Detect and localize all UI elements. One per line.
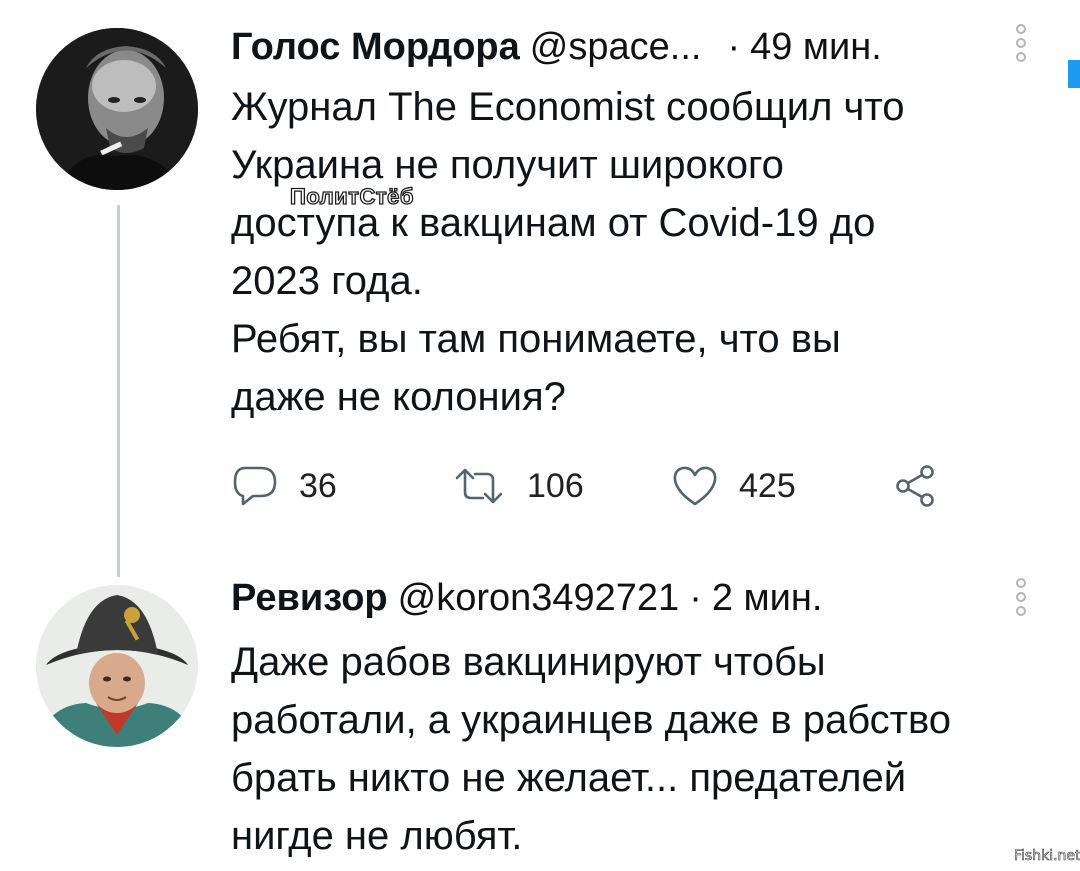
like-icon [673,466,717,506]
separator: · [689,577,702,619]
retweet-button[interactable]: 106 [451,462,671,510]
retweet-icon [455,468,503,504]
more-icon[interactable] [1016,24,1026,62]
reply-count: 36 [299,466,337,505]
avatar-photo-icon [36,585,198,747]
reply-icon [233,466,277,506]
author-name[interactable]: Ревизор [231,575,388,621]
avatar[interactable] [36,28,198,190]
timestamp[interactable]: 49 мин. [750,24,882,70]
tweet-header: Голос Мордора @space... · 49 мин. [231,24,1051,70]
tweet-actions: 36 106 425 [231,462,939,510]
author-name[interactable]: Голос Мордора [231,24,520,70]
share-icon [896,465,934,507]
separator: · [727,26,741,68]
site-watermark: Fishki.net [1014,848,1080,865]
timestamp[interactable]: 2 мин. [712,575,823,621]
avatar-photo-icon [36,28,198,190]
thread-connector [117,205,120,577]
tweet-thread: Голос Мордора @space... · 49 мин. Журнал… [0,0,1080,871]
watermark: ПолитСтёб [289,183,414,209]
retweet-count: 106 [527,466,584,505]
like-count: 425 [739,466,796,505]
tweet-text: Даже рабов вакцинируют чтобы работали, а… [231,640,952,858]
scroll-indicator[interactable] [1068,60,1080,88]
avatar[interactable] [36,585,198,747]
reply-button[interactable]: 36 [231,462,451,510]
author-handle[interactable]: @koron3492721 [398,575,680,621]
tweet[interactable]: Голос Мордора @space... · 49 мин. Журнал… [231,24,1051,426]
more-icon[interactable] [1016,578,1026,616]
like-button[interactable]: 425 [671,462,891,510]
tweet-header: Ревизор @koron3492721 · 2 мин. [231,575,1051,621]
share-button[interactable] [891,462,939,510]
author-handle[interactable]: @space... [530,24,702,70]
tweet-text: Журнал The Economist сообщил что Украина… [231,85,905,419]
tweet[interactable]: Ревизор @koron3492721 · 2 мин. Даже рабо… [231,575,1051,865]
